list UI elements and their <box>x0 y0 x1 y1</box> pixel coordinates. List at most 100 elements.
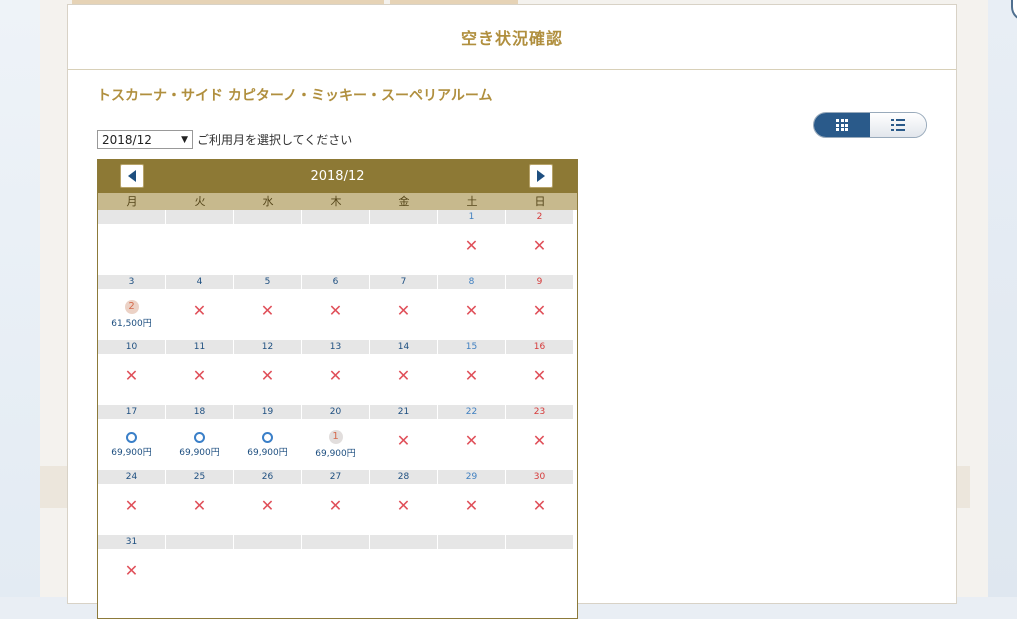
calendar-day-cell: 15 ✕ <box>438 340 506 405</box>
calendar-header: 2018/12 <box>98 159 577 193</box>
calendar-week: 31 ✕ <box>98 535 577 600</box>
availability-status: 1 69,900円 <box>302 427 369 459</box>
price-label: 69,900円 <box>179 448 220 458</box>
unavailable-icon: ✕ <box>464 301 479 320</box>
calendar-day-cell <box>234 535 302 600</box>
day-number: 29 <box>438 470 505 484</box>
day-number <box>370 535 437 549</box>
unavailable-icon: ✕ <box>532 236 547 255</box>
availability-status: 69,900円 <box>234 427 301 458</box>
unavailable-icon: ✕ <box>328 366 343 385</box>
availability-status: ✕ <box>234 492 301 515</box>
calendar-day-cell: 4 ✕ <box>166 275 234 340</box>
month-select[interactable]: 2018/12 ▼ <box>97 130 193 149</box>
calendar-day-cell: 25 ✕ <box>166 470 234 535</box>
unavailable-icon: ✕ <box>192 366 207 385</box>
month-select-hint: ご利用月を選択してください <box>197 133 353 147</box>
availability-status: ✕ <box>166 362 233 385</box>
availability-status: ✕ <box>370 362 437 385</box>
day-number: 12 <box>234 340 301 354</box>
availability-status: ✕ <box>166 492 233 515</box>
availability-status: ✕ <box>98 557 165 580</box>
calendar-day-cell <box>506 535 574 600</box>
unavailable-icon: ✕ <box>464 431 479 450</box>
day-number: 6 <box>302 275 369 289</box>
availability-status: ✕ <box>370 492 437 515</box>
availability-status: ✕ <box>98 492 165 515</box>
unavailable-icon: ✕ <box>124 561 139 580</box>
unavailable-icon: ✕ <box>532 496 547 515</box>
calendar-day-cell: 24 ✕ <box>98 470 166 535</box>
calendar-day-cell: 22 ✕ <box>438 405 506 470</box>
calendar-view-button[interactable] <box>814 113 870 137</box>
availability-status: ✕ <box>98 362 165 385</box>
weekday-label: 土 <box>466 195 478 208</box>
availability-status: ✕ <box>302 297 369 320</box>
weekday-label: 木 <box>330 195 342 208</box>
availability-status: ✕ <box>438 232 505 255</box>
day-number: 15 <box>438 340 505 354</box>
next-month-button[interactable] <box>529 164 553 188</box>
availability-status: ✕ <box>302 362 369 385</box>
calendar-week: 3 2 61,500円 4 ✕ 5 ✕ 6 ✕ 7 ✕ 8 ✕ 9 ✕ <box>98 275 577 340</box>
day-number: 22 <box>438 405 505 419</box>
calendar-day-cell <box>234 210 302 275</box>
calendar-day-cell[interactable]: 17 69,900円 <box>98 405 166 470</box>
day-number: 1 <box>438 210 505 224</box>
day-number: 30 <box>506 470 573 484</box>
day-number: 10 <box>98 340 165 354</box>
day-number: 28 <box>370 470 437 484</box>
calendar-day-cell: 1 ✕ <box>438 210 506 275</box>
availability-status: ✕ <box>370 297 437 320</box>
day-number: 26 <box>234 470 301 484</box>
day-number: 14 <box>370 340 437 354</box>
availability-status: ✕ <box>438 362 505 385</box>
calendar-day-cell[interactable]: 19 69,900円 <box>234 405 302 470</box>
calendar-day-cell: 28 ✕ <box>370 470 438 535</box>
unavailable-icon: ✕ <box>328 301 343 320</box>
day-number: 4 <box>166 275 233 289</box>
calendar-day-cell: 23 ✕ <box>506 405 574 470</box>
day-number <box>234 210 301 224</box>
unavailable-icon: ✕ <box>260 301 275 320</box>
calendar-day-cell: 2 ✕ <box>506 210 574 275</box>
day-number <box>438 535 505 549</box>
calendar-day-cell: 11 ✕ <box>166 340 234 405</box>
calendar-week: 17 69,900円 18 69,900円 19 69,900円 20 1 69,900円 21 ✕… <box>98 405 577 470</box>
unavailable-icon: ✕ <box>396 301 411 320</box>
calendar-day-cell: 27 ✕ <box>302 470 370 535</box>
price-label: 69,900円 <box>247 448 288 458</box>
calendar-day-cell[interactable]: 20 1 69,900円 <box>302 405 370 470</box>
availability-status: 69,900円 <box>166 427 233 458</box>
calendar-day-cell[interactable]: 18 69,900円 <box>166 405 234 470</box>
availability-status: ✕ <box>166 297 233 320</box>
list-view-button[interactable] <box>870 113 926 137</box>
calendar-day-cell <box>166 210 234 275</box>
calendar-week: 10 ✕ 11 ✕ 12 ✕ 13 ✕ 14 ✕ 15 ✕ 16 ✕ <box>98 340 577 405</box>
calendar-day-cell <box>98 210 166 275</box>
calendar-day-cell <box>302 535 370 600</box>
day-number <box>370 210 437 224</box>
day-number <box>302 535 369 549</box>
day-number: 19 <box>234 405 301 419</box>
weekday-label: 月 <box>126 195 138 208</box>
day-number: 17 <box>98 405 165 419</box>
day-number: 27 <box>302 470 369 484</box>
price-label: 61,500円 <box>111 319 152 329</box>
calendar-day-cell: 12 ✕ <box>234 340 302 405</box>
prev-month-button[interactable] <box>120 164 144 188</box>
calendar-day-cell: 8 ✕ <box>438 275 506 340</box>
month-selector-row: 2018/12 ▼ ご利用月を選択してください <box>97 130 352 149</box>
calendar-day-cell: 13 ✕ <box>302 340 370 405</box>
calendar-weeks: 1 ✕ 2 ✕ 3 2 61,500円 4 ✕ 5 ✕ 6 ✕ 7 ✕ 8 ✕ 9 ✕ 10 ✕ 11 ✕ 12 ✕ 13 ✕ 14 ✕… <box>98 210 577 600</box>
day-number: 5 <box>234 275 301 289</box>
day-number: 13 <box>302 340 369 354</box>
day-number: 20 <box>302 405 369 419</box>
calendar-day-cell: 9 ✕ <box>506 275 574 340</box>
availability-status: ✕ <box>302 492 369 515</box>
day-number <box>166 535 233 549</box>
calendar-day-cell <box>370 535 438 600</box>
modal-header: 空き状況確認 <box>68 5 956 70</box>
calendar-day-cell[interactable]: 3 2 61,500円 <box>98 275 166 340</box>
available-circle-icon <box>126 432 137 443</box>
